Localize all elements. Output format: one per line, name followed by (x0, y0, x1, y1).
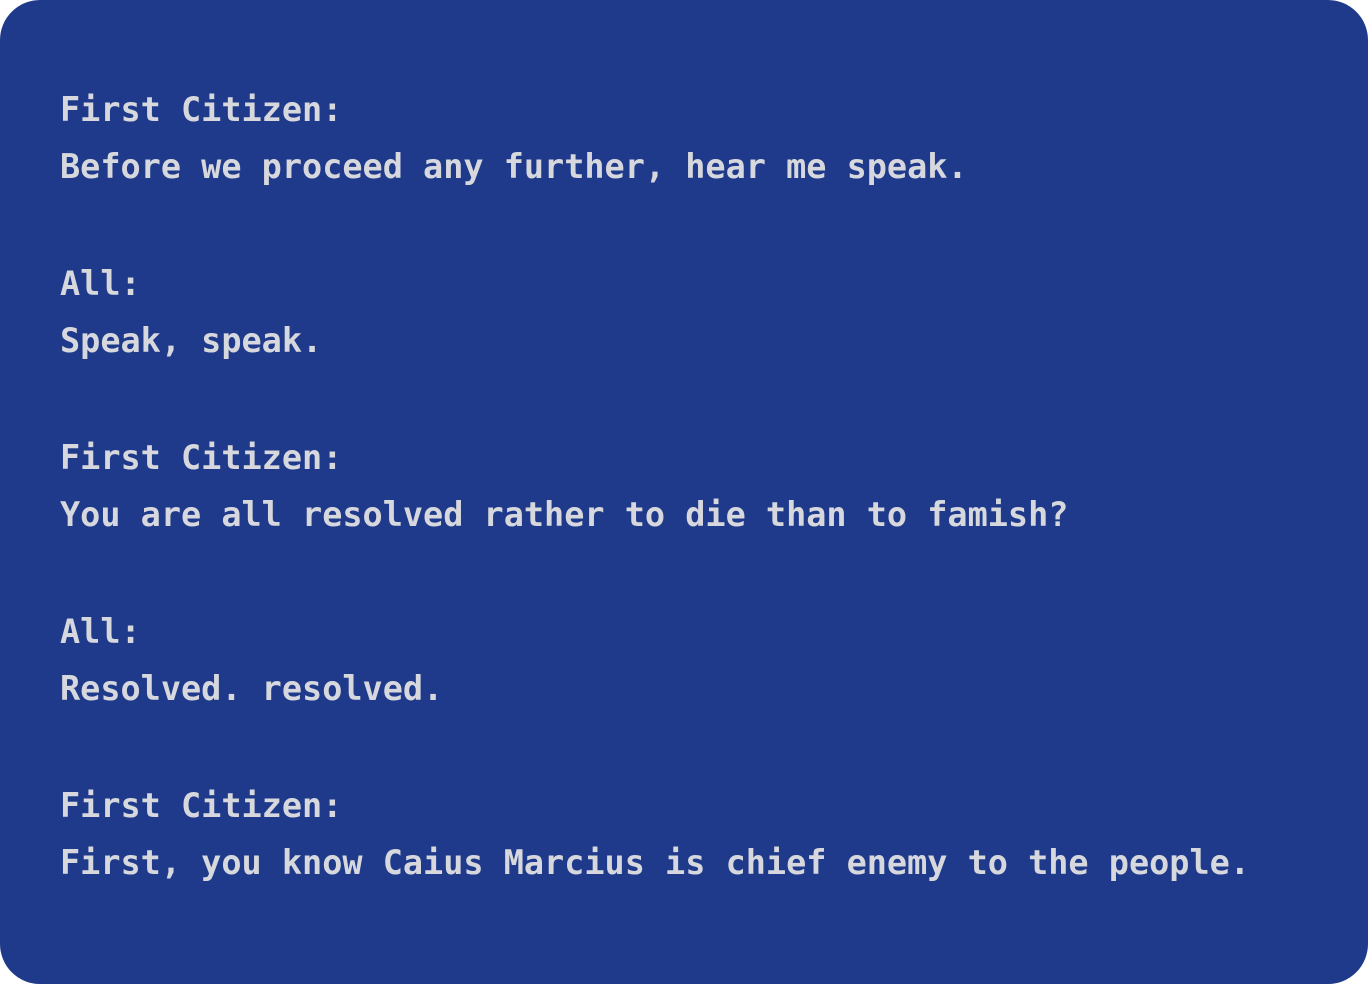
dialogue-block: First Citizen: You are all resolved rath… (60, 434, 1308, 548)
dialogue-block: All: Resolved. resolved. (60, 608, 1308, 722)
dialogue-panel: First Citizen: Before we proceed any fur… (0, 0, 1368, 984)
dialogue-line: First, you know Caius Marcius is chief e… (60, 843, 1250, 882)
speaker-name: First Citizen: (60, 438, 343, 477)
dialogue-line: Resolved. resolved. (60, 669, 444, 708)
dialogue-block: All: Speak, speak. (60, 260, 1308, 374)
speaker-name: All: (60, 264, 141, 303)
dialogue-line: You are all resolved rather to die than … (60, 495, 1069, 534)
speaker-name: All: (60, 612, 141, 651)
dialogue-block: First Citizen: Before we proceed any fur… (60, 86, 1308, 200)
speaker-name: First Citizen: (60, 786, 343, 825)
dialogue-block: First Citizen: First, you know Caius Mar… (60, 782, 1308, 896)
speaker-name: First Citizen: (60, 90, 343, 129)
dialogue-line: Before we proceed any further, hear me s… (60, 147, 968, 186)
dialogue-line: Speak, speak. (60, 321, 323, 360)
